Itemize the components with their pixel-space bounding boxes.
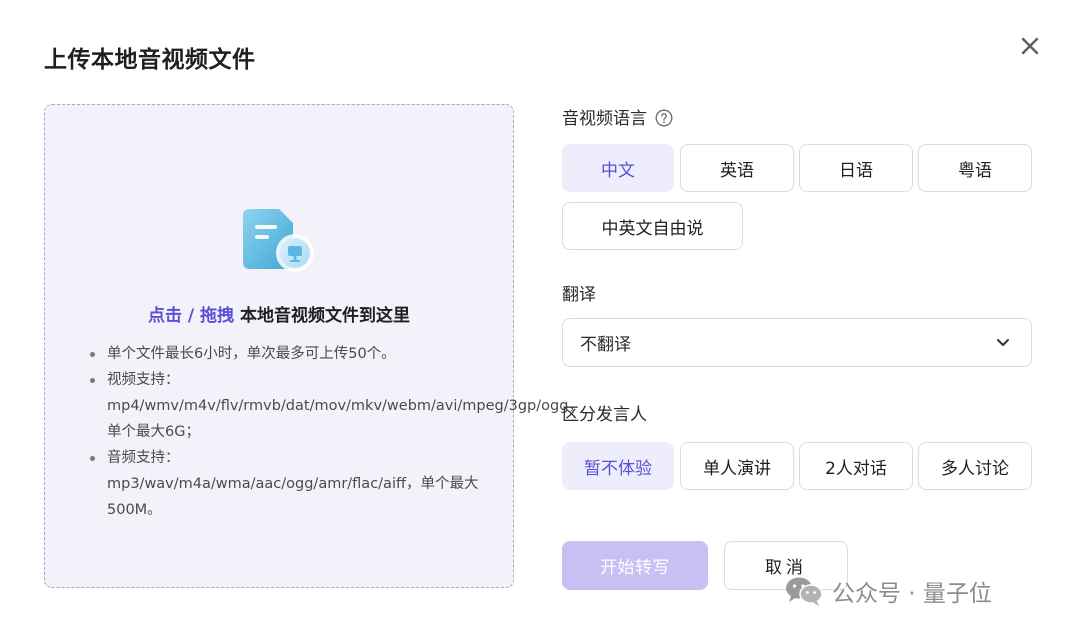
speaker-option-multi[interactable]: 多人讨论 — [918, 442, 1032, 490]
speaker-option-single[interactable]: 单人演讲 — [680, 442, 794, 490]
language-option-cantonese[interactable]: 粤语 — [918, 144, 1032, 192]
language-option-japanese[interactable]: 日语 — [799, 144, 913, 192]
translate-select-value: 不翻译 — [580, 335, 631, 355]
upload-notes: 单个文件最长6小时，单次最多可上传50个。 视频支持：mp4/wmv/m4v/f… — [90, 341, 583, 523]
drop-headline: 点击 / 拖拽 本地音视频文件到这里 — [45, 301, 513, 326]
language-option-mixed[interactable]: 中英文自由说 — [562, 202, 743, 250]
list-item: 视频支持：mp4/wmv/m4v/flv/rmvb/dat/mov/mkv/we… — [90, 367, 583, 445]
list-item: 音频支持：mp3/wav/m4a/wma/aac/ogg/amr/flac/ai… — [90, 445, 487, 523]
translate-label: 翻译 — [562, 285, 596, 305]
dialog-title: 上传本地音视频文件 — [44, 47, 256, 73]
upload-dropzone[interactable]: 点击 / 拖拽 本地音视频文件到这里 单个文件最长6小时，单次最多可上传50个。… — [44, 104, 583, 588]
close-icon[interactable] — [1018, 34, 1042, 58]
watermark: 公众号 · 量子位 — [784, 574, 992, 608]
language-label: 音视频语言 — [562, 104, 673, 129]
speaker-label: 区分发言人 — [562, 405, 647, 425]
translate-select[interactable]: 不翻译 — [562, 318, 1032, 367]
upload-dialog: 上传本地音视频文件 点击 / 拖拽 本地音视频文件到这里 单个文件最长6小时，单… — [0, 0, 1080, 636]
language-option-chinese[interactable]: 中文 — [562, 144, 674, 192]
start-transcription-button[interactable]: 开始转写 — [562, 541, 708, 590]
language-label-text: 音视频语言 — [562, 109, 647, 129]
drop-headline-text: 本地音视频文件到这里 — [234, 306, 410, 326]
list-item: 单个文件最长6小时，单次最多可上传50个。 — [90, 341, 487, 367]
question-circle-icon[interactable] — [655, 109, 673, 127]
speaker-option-two[interactable]: 2人对话 — [799, 442, 913, 490]
chevron-down-icon — [997, 339, 1009, 346]
audio-file-icon — [243, 209, 314, 272]
language-option-english[interactable]: 英语 — [680, 144, 794, 192]
click-drag-link[interactable]: 点击 / 拖拽 — [148, 306, 234, 326]
wechat-icon — [786, 577, 823, 606]
watermark-text: 公众号 · 量子位 — [832, 581, 992, 607]
speaker-option-skip[interactable]: 暂不体验 — [562, 442, 674, 490]
